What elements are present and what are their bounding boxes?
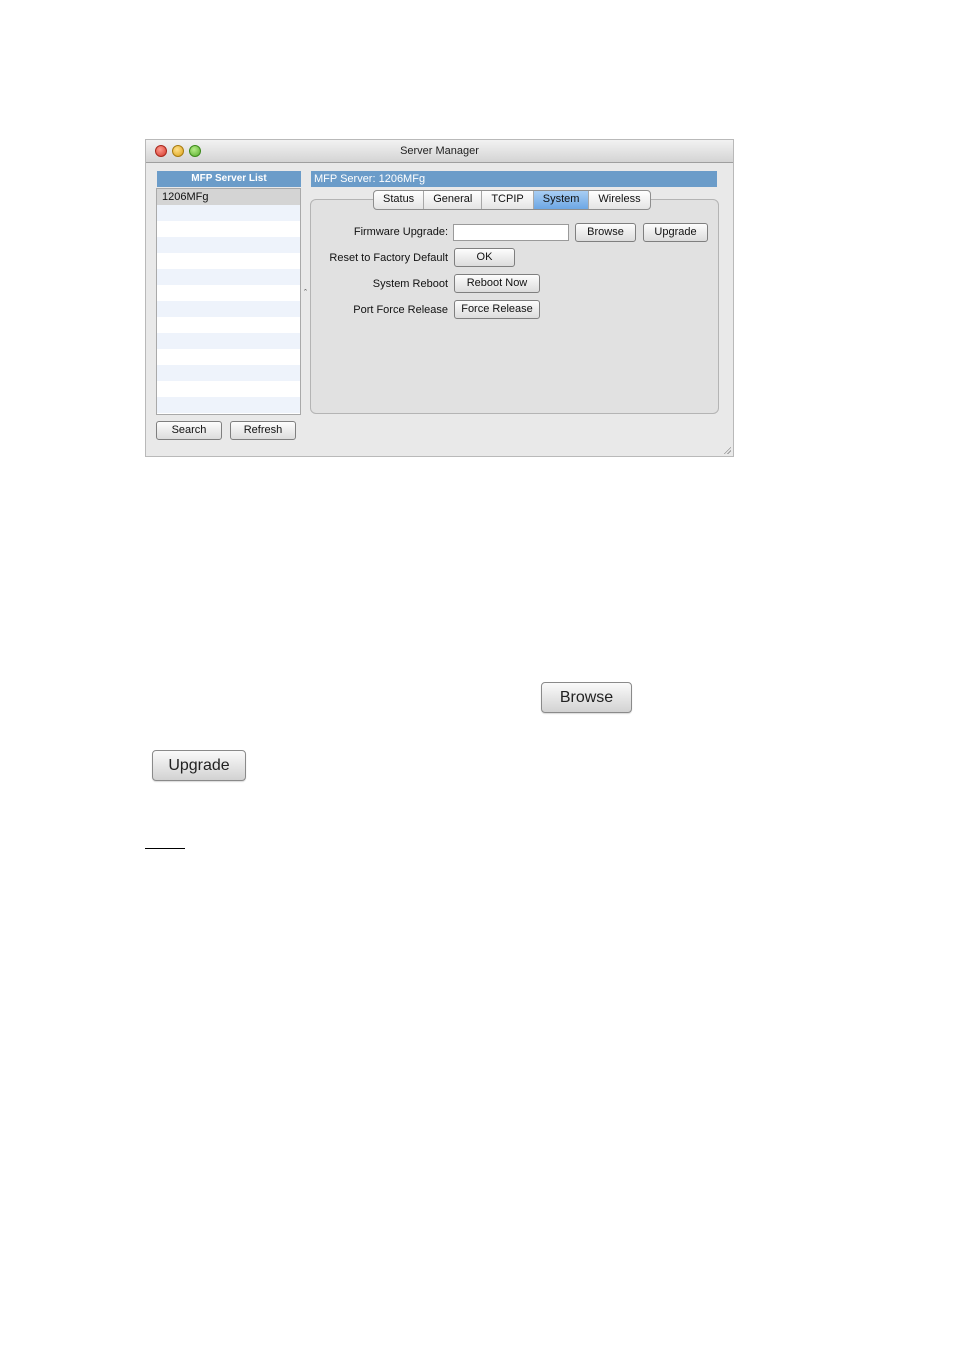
tab-wireless[interactable]: Wireless (589, 191, 649, 209)
tab-bar: Status General TCPIP System Wireless (373, 190, 651, 210)
empty-list-row (157, 269, 300, 285)
reboot-now-button[interactable]: Reboot Now (454, 274, 540, 293)
server-list[interactable]: 1206MFg (156, 188, 301, 415)
empty-list-row (157, 349, 300, 365)
empty-list-row (157, 381, 300, 397)
resize-grip-icon[interactable] (723, 446, 731, 454)
factory-reset-ok-button[interactable]: OK (454, 248, 515, 267)
server-list-header: MFP Server List (157, 171, 301, 187)
upgrade-button[interactable]: Upgrade (643, 223, 708, 242)
server-header: MFP Server: 1206MFg (311, 171, 717, 187)
factory-default-label: Reset to Factory Default (329, 252, 448, 264)
system-reboot-label: System Reboot (372, 278, 448, 290)
server-list-item[interactable]: 1206MFg (157, 189, 300, 205)
empty-list-row (157, 333, 300, 349)
window-title: Server Manager (400, 145, 479, 157)
title-bar[interactable]: Server Manager (146, 140, 733, 163)
tab-system[interactable]: System (533, 191, 590, 209)
empty-list-row (157, 301, 300, 317)
splitter-handle-icon[interactable]: ˆ (304, 288, 307, 298)
firmware-file-input[interactable] (453, 224, 569, 241)
tab-status[interactable]: Status (374, 191, 425, 209)
empty-list-row (157, 365, 300, 381)
empty-list-row (157, 237, 300, 253)
browse-button-large[interactable]: Browse (541, 682, 632, 713)
empty-list-row (157, 285, 300, 301)
note-underline (145, 848, 185, 849)
server-manager-window: Server Manager MFP Server List 1206MFg ˆ… (145, 139, 734, 457)
firmware-upgrade-label: Firmware Upgrade: (353, 226, 448, 238)
browse-button[interactable]: Browse (575, 223, 636, 242)
empty-list-row (157, 221, 300, 237)
empty-list-row (157, 317, 300, 333)
empty-list-row (157, 205, 300, 221)
empty-list-row (157, 397, 300, 413)
tab-tcpip[interactable]: TCPIP (482, 191, 534, 209)
upgrade-button-large[interactable]: Upgrade (152, 750, 246, 781)
tab-general[interactable]: General (424, 191, 483, 209)
force-release-button[interactable]: Force Release (454, 300, 540, 319)
port-force-release-label: Port Force Release (353, 304, 448, 316)
empty-list-row (157, 253, 300, 269)
search-button[interactable]: Search (156, 421, 222, 440)
refresh-button[interactable]: Refresh (230, 421, 296, 440)
document-page: Server Manager MFP Server List 1206MFg ˆ… (0, 0, 954, 1350)
